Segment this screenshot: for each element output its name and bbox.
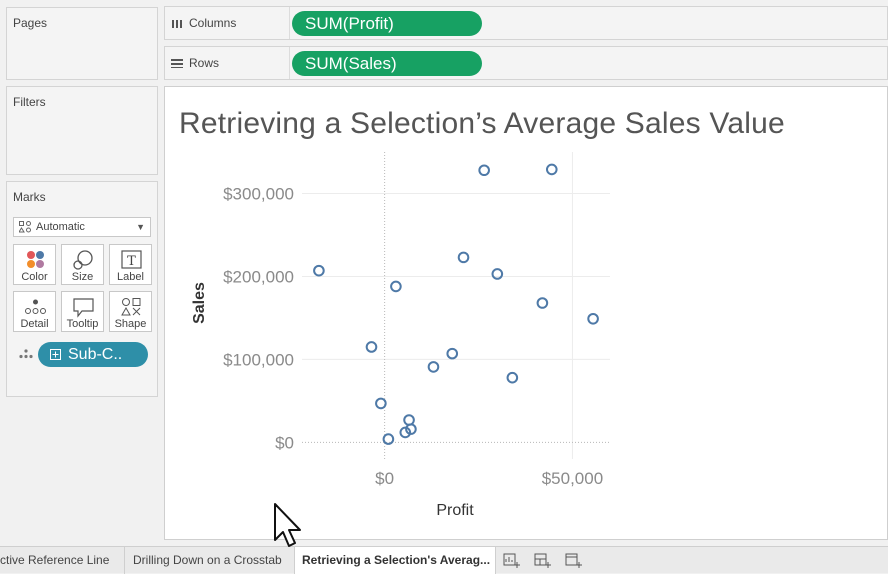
- shelf-divider: [289, 7, 290, 39]
- mark-type-value: Automatic: [36, 221, 85, 233]
- y-tick-label: $200,000: [223, 267, 294, 286]
- filters-card[interactable]: Filters: [6, 86, 158, 175]
- sheet-tab-bar: ctive Reference Line Drilling Down on a …: [0, 546, 888, 574]
- new-worksheet-icon[interactable]: [500, 550, 524, 570]
- data-point: [427, 361, 440, 373]
- tab-drilling-down[interactable]: Drilling Down on a Crosstab: [125, 547, 295, 574]
- data-point: [457, 251, 470, 264]
- data-point: [365, 341, 378, 353]
- label-button[interactable]: T Label: [109, 244, 152, 285]
- data-point: [382, 433, 395, 445]
- rows-label: Rows: [189, 56, 220, 70]
- shape-label: Shape: [114, 318, 147, 330]
- data-point: [478, 164, 490, 177]
- columns-icon: [172, 20, 182, 28]
- shape-button[interactable]: Shape: [109, 291, 152, 332]
- new-dashboard-icon[interactable]: [531, 550, 555, 570]
- tab-retrieving-selection[interactable]: Retrieving a Selection's Averag...: [295, 547, 496, 574]
- label-label: Label: [117, 271, 144, 283]
- data-point: [313, 264, 325, 277]
- detail-icon: [25, 299, 46, 314]
- data-point: [403, 414, 415, 426]
- chevron-down-icon: ▼: [136, 222, 145, 232]
- data-point: [545, 163, 558, 176]
- size-button[interactable]: Size: [61, 244, 104, 285]
- data-point: [506, 371, 519, 384]
- svg-text:T: T: [127, 254, 136, 269]
- detail-marks-icon: [19, 349, 33, 359]
- data-point: [390, 280, 402, 293]
- x-axis-title: Profit: [436, 502, 474, 519]
- y-tick-label: $100,000: [223, 350, 294, 369]
- rows-icon: [171, 59, 183, 68]
- sum-sales-pill[interactable]: SUM(Sales): [292, 51, 482, 76]
- viz-area[interactable]: Retrieving a Selection’s Average Sales V…: [164, 86, 888, 540]
- sub-category-pill[interactable]: Sub-C..: [38, 342, 148, 367]
- x-tick-label: $50,000: [542, 469, 603, 488]
- marks-card: Marks Automatic ▼ Color Size T Label Det…: [6, 181, 158, 397]
- rows-shelf[interactable]: Rows SUM(Sales): [164, 46, 888, 80]
- new-story-icon[interactable]: [562, 550, 586, 570]
- y-axis-title: Sales: [191, 282, 208, 324]
- y-tick-label: $300,000: [223, 184, 294, 203]
- data-point: [491, 268, 504, 280]
- data-point: [587, 312, 599, 325]
- tab-reference-line[interactable]: ctive Reference Line: [0, 547, 125, 574]
- scatter-chart[interactable]: $0 $100,000 $200,000 $300,000 $0 $50,000 Profi…: [165, 87, 887, 539]
- pages-card: Pages: [6, 7, 158, 80]
- sub-category-label: Sub-C..: [68, 346, 123, 363]
- columns-shelf[interactable]: Columns SUM(Profit): [164, 6, 888, 40]
- label-icon: T: [121, 250, 142, 269]
- size-icon: [73, 250, 93, 270]
- columns-shelf-label: Columns: [171, 16, 236, 30]
- detail-label: Detail: [20, 318, 49, 330]
- shelf-divider: [289, 47, 290, 79]
- x-tick-label: $0: [375, 469, 394, 488]
- detail-button[interactable]: Detail: [13, 291, 56, 332]
- columns-label: Columns: [189, 16, 237, 30]
- sum-profit-pill[interactable]: SUM(Profit): [292, 11, 482, 36]
- data-point: [446, 347, 459, 360]
- shape-icon: [121, 298, 141, 316]
- size-label: Size: [71, 271, 94, 283]
- marks-title: Marks: [13, 190, 46, 204]
- data-point: [375, 397, 387, 410]
- color-button[interactable]: Color: [13, 244, 56, 285]
- automatic-icon: [19, 221, 31, 233]
- color-icon: [27, 251, 44, 268]
- filters-title: Filters: [13, 95, 46, 109]
- color-label: Color: [21, 271, 48, 283]
- tooltip-icon: [73, 298, 94, 318]
- tooltip-button[interactable]: Tooltip: [61, 291, 104, 332]
- y-tick-label: $0: [275, 433, 294, 452]
- plus-box-icon: [50, 349, 61, 360]
- rows-shelf-label: Rows: [171, 56, 219, 70]
- tooltip-label: Tooltip: [66, 318, 99, 330]
- mouse-cursor-icon: [274, 503, 301, 547]
- data-point: [536, 297, 549, 309]
- pages-title: Pages: [13, 16, 48, 30]
- mark-type-dropdown[interactable]: Automatic ▼: [13, 217, 151, 237]
